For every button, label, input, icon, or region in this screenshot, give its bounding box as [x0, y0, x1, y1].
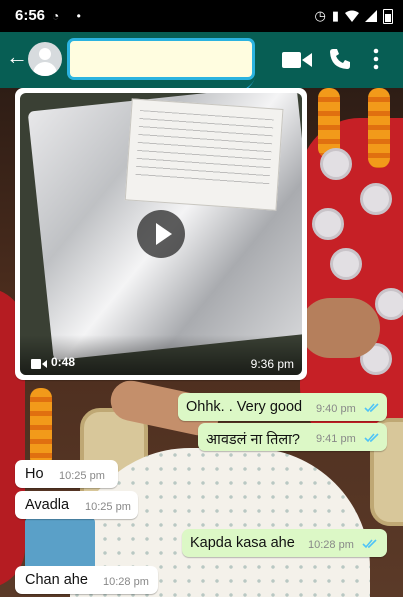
message-time: 9:36 pm — [250, 357, 294, 371]
message-time: 10:28 pm — [103, 576, 149, 588]
chat-header: ← — [0, 32, 403, 95]
back-arrow-icon[interactable]: ← — [6, 44, 28, 70]
message-text: Ohhk. . Very good — [186, 399, 303, 415]
voice-call-icon[interactable] — [329, 48, 351, 70]
message-bubble[interactable]: Kapda kasa ahe 10:28 pm — [182, 529, 387, 557]
alarm-icon: ◷ — [314, 8, 326, 23]
video-camera-icon — [31, 359, 47, 369]
message-text: Avadla — [25, 497, 70, 513]
signal-icon — [365, 10, 377, 22]
vibrate-icon: ▮ — [331, 8, 339, 23]
play-button[interactable] — [137, 210, 185, 258]
chat-background: 0:48 9:36 pm Ohhk. . Very good 9:40 pm आ… — [0, 88, 403, 597]
whatsapp-icon: ◔ — [52, 9, 60, 23]
message-time: 10:28 pm — [308, 539, 354, 551]
video-message[interactable]: 0:48 9:36 pm — [15, 88, 307, 380]
status-time: 6:56 — [15, 7, 46, 24]
read-ticks-icon — [364, 403, 379, 413]
message-text: Chan ahe — [25, 572, 88, 588]
video-thumbnail[interactable]: 0:48 9:36 pm — [20, 93, 302, 375]
message-time: 9:40 pm — [316, 403, 356, 415]
read-ticks-icon — [362, 539, 377, 549]
message-text: Ho — [25, 466, 44, 482]
message-bubble[interactable]: Chan ahe 10:28 pm — [15, 566, 158, 594]
status-bar: 6:56 ◔ • ◷ ▮ — [0, 0, 403, 32]
wifi-icon — [345, 10, 359, 22]
dot-icon: • — [76, 9, 81, 23]
read-ticks-icon — [364, 433, 379, 443]
battery-icon — [383, 8, 393, 24]
message-bubble[interactable]: Ho 10:25 pm — [15, 460, 118, 488]
message-bubble[interactable]: Avadla 10:25 pm — [15, 491, 138, 519]
video-duration: 0:48 — [51, 355, 76, 369]
contact-name[interactable] — [67, 38, 255, 80]
message-time: 10:25 pm — [85, 501, 131, 513]
message-bubble[interactable]: आवडलं ना तिला? 9:41 pm — [198, 423, 387, 451]
message-text: Kapda kasa ahe — [190, 535, 295, 551]
more-options-icon[interactable] — [372, 48, 380, 70]
message-text: आवडलं ना तिला? — [206, 432, 301, 448]
message-time: 10:25 pm — [59, 470, 105, 482]
message-time: 9:41 pm — [316, 433, 356, 445]
play-icon — [156, 223, 172, 245]
message-bubble[interactable]: Ohhk. . Very good 9:40 pm — [178, 393, 387, 421]
avatar[interactable] — [28, 42, 62, 76]
video-call-icon[interactable] — [282, 51, 312, 69]
